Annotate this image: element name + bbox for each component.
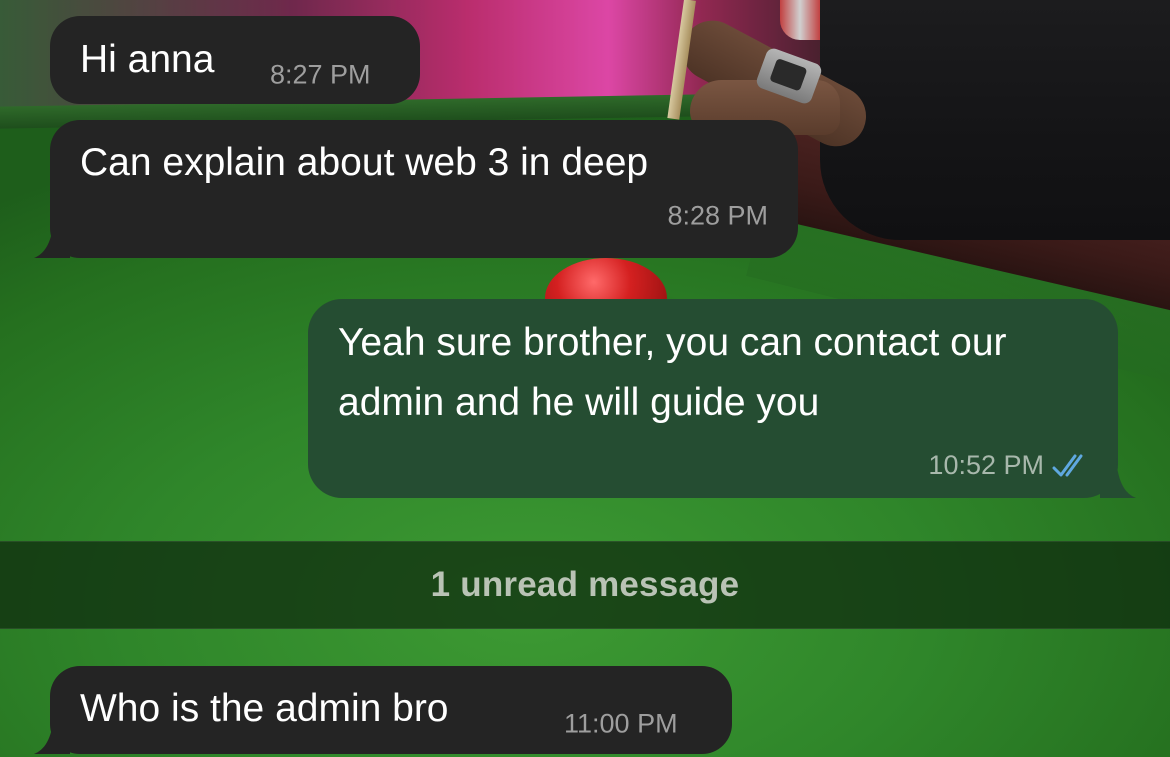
bubble-tail-icon (34, 714, 70, 754)
message-timestamp: 8:27 PM (270, 59, 371, 90)
wallpaper-player (820, 0, 1170, 240)
unread-messages-divider: 1 unread message (0, 541, 1170, 629)
incoming-message-bubble[interactable]: Who is the admin bro 11:00 PM (50, 666, 732, 754)
incoming-message-bubble[interactable]: Hi anna 8:27 PM (50, 16, 420, 104)
message-text: Can explain about web 3 in deep (80, 141, 649, 184)
message-timestamp: 11:00 PM (564, 708, 678, 739)
double-check-read-icon (1052, 454, 1083, 476)
message-meta: 10:52 PM (928, 450, 1090, 481)
bubble-tail-icon (1100, 458, 1136, 498)
message-text: Who is the admin bro (80, 687, 449, 730)
wallpaper-shirt-stripe (780, 0, 820, 40)
chat-screen: Hi anna 8:27 PM Can explain about web 3 … (0, 0, 1170, 757)
message-timestamp: 8:28 PM (667, 200, 768, 231)
bubble-tail-icon (34, 218, 70, 258)
unread-messages-label: 1 unread message (430, 565, 740, 604)
message-timestamp: 10:52 PM (928, 450, 1044, 480)
message-text: Yeah sure brother, you can contact our a… (338, 321, 1018, 424)
outgoing-message-bubble[interactable]: Yeah sure brother, you can contact our a… (308, 299, 1118, 498)
incoming-message-bubble[interactable]: Can explain about web 3 in deep 8:28 PM (50, 120, 798, 258)
message-text: Hi anna (80, 38, 215, 81)
